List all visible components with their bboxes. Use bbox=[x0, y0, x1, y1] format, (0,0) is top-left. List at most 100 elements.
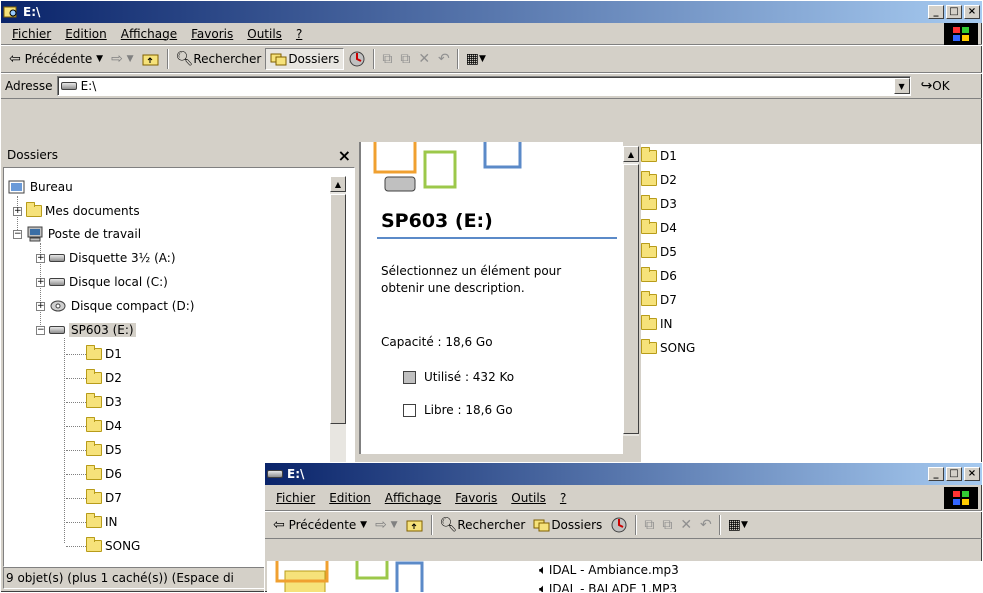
up-folder-button[interactable] bbox=[138, 48, 164, 70]
folders-button[interactable]: Dossiers bbox=[529, 514, 606, 536]
back-button[interactable]: ⇦ Précédente ▼ bbox=[269, 514, 371, 536]
used-swatch bbox=[403, 370, 416, 384]
views-button[interactable]: ▦ ▼ bbox=[724, 514, 752, 536]
scroll-thumb[interactable] bbox=[623, 164, 639, 434]
tree-item-sp603[interactable]: − SP603 (E:) bbox=[36, 321, 136, 339]
tree-item-my-documents[interactable]: + Mes documents bbox=[13, 202, 140, 220]
second-content: 🔈︎ IDAL - Ambiance.mp3 🔈︎ IDAL - BALADE 1.… bbox=[267, 561, 982, 593]
back-arrow-icon: ⇦ bbox=[9, 51, 21, 67]
scroll-up-button[interactable]: ▲ bbox=[330, 176, 346, 192]
menu-affichage[interactable]: Affichage bbox=[378, 491, 448, 505]
history-button[interactable] bbox=[606, 514, 632, 536]
copy-to-button[interactable]: ⧉ bbox=[396, 48, 414, 70]
menu-help[interactable]: ? bbox=[553, 491, 573, 505]
tree-line bbox=[66, 521, 86, 523]
tree-line bbox=[66, 353, 86, 355]
go-button[interactable]: ↪ OK bbox=[921, 79, 950, 93]
delete-icon: ✕ bbox=[418, 51, 431, 67]
menu-favoris[interactable]: Favoris bbox=[448, 491, 504, 505]
list-item[interactable]: D1 bbox=[641, 144, 981, 168]
undo-icon: ↶ bbox=[700, 517, 712, 533]
close-button[interactable]: × bbox=[964, 467, 980, 481]
search-button[interactable]: 🔍︎ Rechercher bbox=[436, 514, 530, 536]
tree-item-folder[interactable]: D7 bbox=[66, 489, 122, 507]
list-item[interactable]: D3 bbox=[641, 192, 981, 216]
info-scrollbar[interactable]: ▲ bbox=[623, 146, 639, 436]
menu-edition[interactable]: Edition bbox=[322, 491, 378, 505]
list-item[interactable]: IN bbox=[641, 312, 981, 336]
undo-button[interactable]: ↶ bbox=[696, 514, 716, 536]
list-item[interactable]: D2 bbox=[641, 168, 981, 192]
list-item[interactable]: D5 bbox=[641, 240, 981, 264]
back-button[interactable]: ⇦ Précédente ▼ bbox=[5, 48, 107, 70]
menu-outils[interactable]: Outils bbox=[504, 491, 553, 505]
menu-help[interactable]: ? bbox=[289, 27, 309, 41]
tree-item-desktop[interactable]: Bureau bbox=[8, 178, 73, 196]
menu-favoris[interactable]: Favoris bbox=[184, 27, 240, 41]
list-item[interactable]: 🔈︎ IDAL - Ambiance.mp3 bbox=[539, 561, 679, 579]
address-label: Adresse bbox=[5, 79, 53, 93]
list-item[interactable]: 🔈︎ IDAL - BALADE 1.MP3 bbox=[539, 580, 677, 593]
drive-icon bbox=[267, 466, 283, 482]
scroll-thumb[interactable] bbox=[330, 194, 346, 424]
list-item[interactable]: SONG bbox=[641, 336, 981, 360]
menu-fichier[interactable]: Fichier bbox=[269, 491, 322, 505]
delete-button[interactable]: ✕ bbox=[414, 48, 434, 70]
menu-edition[interactable]: Edition bbox=[58, 27, 114, 41]
folders-pane-close-button[interactable]: × bbox=[338, 146, 351, 165]
tree-item-cd-drive[interactable]: + Disque compact (D:) bbox=[36, 297, 194, 315]
title-bar[interactable]: E:\ _ □ × bbox=[1, 1, 982, 23]
folder-icon bbox=[86, 369, 102, 384]
menu-outils[interactable]: Outils bbox=[240, 27, 289, 41]
history-button[interactable] bbox=[344, 48, 370, 70]
list-item[interactable]: D4 bbox=[641, 216, 981, 240]
tree-item-folder[interactable]: SONG bbox=[66, 537, 140, 555]
folder-icon bbox=[641, 243, 657, 258]
forward-button[interactable]: ⇨ ▼ bbox=[371, 514, 401, 536]
tree-item-folder[interactable]: D1 bbox=[66, 345, 122, 363]
menu-fichier[interactable]: Fichier bbox=[5, 27, 58, 41]
address-dropdown-button[interactable]: ▼ bbox=[893, 78, 910, 94]
tree-item-folder[interactable]: D3 bbox=[66, 393, 122, 411]
minimize-button[interactable]: _ bbox=[928, 467, 944, 481]
move-to-button[interactable]: ⧉ bbox=[640, 514, 658, 536]
tree-label: Disque local (C:) bbox=[69, 275, 168, 289]
minimize-button[interactable]: _ bbox=[928, 5, 944, 19]
up-folder-button[interactable] bbox=[402, 514, 428, 536]
scroll-up-button[interactable]: ▲ bbox=[623, 146, 639, 162]
tree-line bbox=[66, 497, 86, 499]
second-window: E:\ _ □ × Fichier Edition Affichage Favo… bbox=[264, 462, 983, 593]
tree-line bbox=[66, 545, 86, 547]
tree-item-folder[interactable]: IN bbox=[66, 513, 118, 531]
move-to-button[interactable]: ⧉ bbox=[378, 48, 396, 70]
tree-item-floppy[interactable]: + Disquette 3½ (A:) bbox=[36, 249, 176, 267]
title-bar[interactable]: E:\ _ □ × bbox=[265, 463, 982, 485]
maximize-button[interactable]: □ bbox=[946, 467, 962, 481]
views-button[interactable]: ▦ ▼ bbox=[462, 48, 490, 70]
tree-item-local-disk[interactable]: + Disque local (C:) bbox=[36, 273, 168, 291]
tree-label: D1 bbox=[105, 347, 122, 361]
list-item[interactable]: D6 bbox=[641, 264, 981, 288]
forward-button[interactable]: ⇨ ▼ bbox=[107, 48, 137, 70]
folder-icon bbox=[641, 339, 657, 354]
folder-icon bbox=[641, 315, 657, 330]
search-button[interactable]: 🔍︎ Rechercher bbox=[172, 48, 266, 70]
folder-icon bbox=[86, 465, 102, 480]
close-button[interactable]: × bbox=[964, 5, 980, 19]
separator bbox=[166, 49, 169, 69]
tree-item-folder[interactable]: D4 bbox=[66, 417, 122, 435]
tree-item-folder[interactable]: D5 bbox=[66, 441, 122, 459]
menu-affichage[interactable]: Affichage bbox=[114, 27, 184, 41]
maximize-button[interactable]: □ bbox=[946, 5, 962, 19]
folders-pane-title: Dossiers bbox=[7, 148, 58, 162]
address-field[interactable]: E:\ ▼ bbox=[56, 76, 911, 96]
list-item[interactable]: D7 bbox=[641, 288, 981, 312]
folders-button[interactable]: Dossiers bbox=[265, 48, 345, 70]
undo-button[interactable]: ↶ bbox=[434, 48, 454, 70]
tree-item-folder[interactable]: D6 bbox=[66, 465, 122, 483]
delete-button[interactable]: ✕ bbox=[676, 514, 696, 536]
tree-item-my-computer[interactable]: − Poste de travail bbox=[13, 225, 141, 243]
copy-to-button[interactable]: ⧉ bbox=[658, 514, 676, 536]
folder-icon bbox=[86, 345, 102, 360]
tree-item-folder[interactable]: D2 bbox=[66, 369, 122, 387]
